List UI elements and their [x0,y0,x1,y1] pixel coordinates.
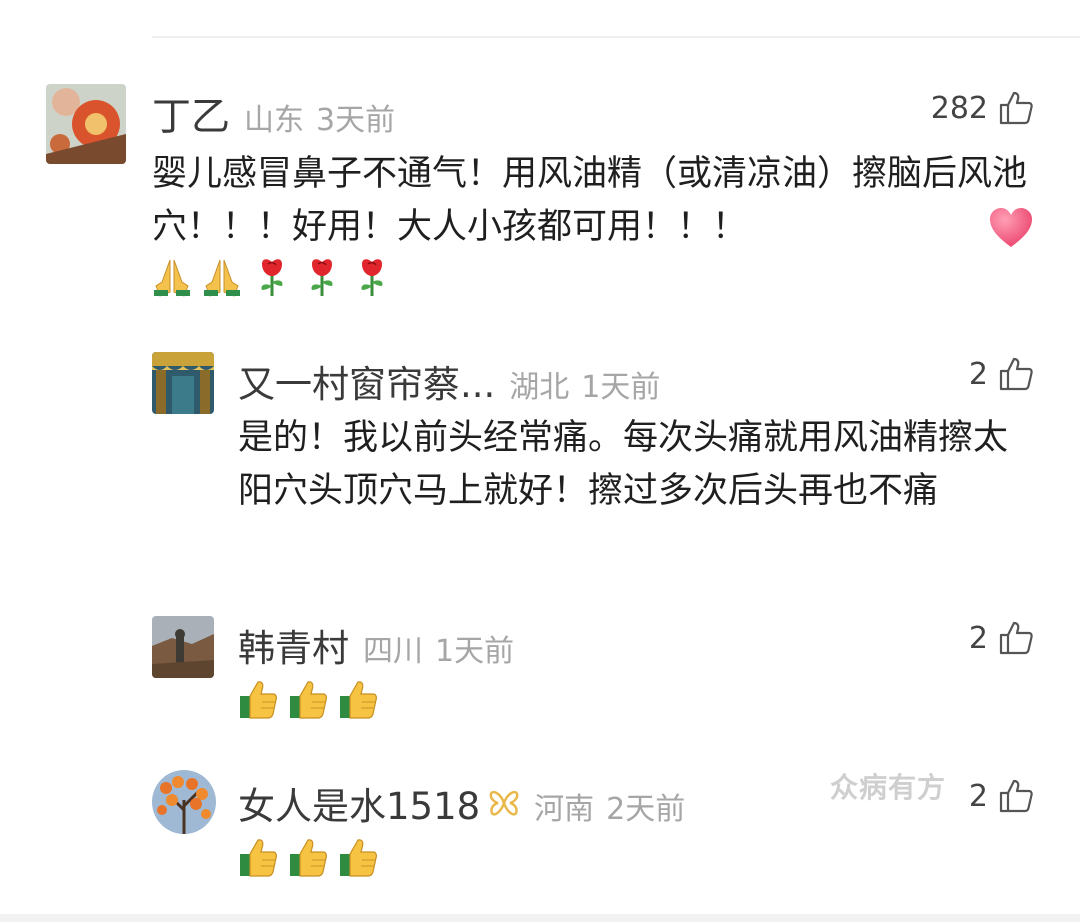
pray-icon [154,259,190,297]
thumbs-up-icon [240,839,277,877]
location-label: 湖北 [509,370,570,405]
thumbs-up-icon [290,681,327,719]
username[interactable]: 又一村窗帘蔡... [238,354,495,408]
pray-icon [204,259,240,297]
timestamp: 2天前 [606,792,686,827]
thumbs-up-outline-icon[interactable] [998,620,1034,656]
location-label: 四川 [363,634,423,669]
comment-text: 婴儿感冒鼻子不通气！用风油精（或清凉油）擦脑后风池穴！！！好用！大人小孩都可用！… [152,154,1028,247]
avatar[interactable] [152,616,214,678]
thumbs-up-outline-icon[interactable] [998,778,1034,814]
like-button[interactable]: 2 [969,620,1034,656]
like-button[interactable]: 2 [969,356,1034,392]
thumbs-up-icon [290,839,327,877]
bottom-divider [0,914,1080,922]
avatar[interactable] [152,352,214,414]
like-button[interactable]: 282 [931,90,1034,126]
timestamp: 1天前 [435,634,515,669]
like-count: 282 [930,90,988,126]
like-count: 2 [968,356,988,392]
butterfly-badge-icon [489,790,519,816]
location-label: 河南 [534,792,595,827]
timestamp: 1天前 [581,370,661,405]
rose-icon [261,259,283,296]
username[interactable]: 女人是水1518 [238,776,480,830]
heart-icon [990,208,1032,247]
like-button[interactable]: 2 [969,778,1034,814]
avatar[interactable] [46,84,126,164]
username[interactable]: 丁乙 [152,86,230,142]
like-count: 2 [968,778,988,814]
comment-text: 是的！我以前头经常痛。每次头痛就用风油精擦太阳穴头顶穴马上就好！擦过多次后头再也… [238,418,1009,511]
rose-icon [361,259,383,296]
rose-icon [311,259,333,296]
watermark: 众病有方 [830,771,947,804]
thumbs-up-icon [340,839,377,877]
username[interactable]: 韩青村 [238,618,349,672]
avatar[interactable] [152,770,216,834]
thumbs-up-outline-icon[interactable] [998,90,1034,126]
location-label: 山东 [244,103,305,138]
thumbs-up-icon [240,681,277,719]
top-divider [152,36,1080,38]
thumbs-up-outline-icon[interactable] [998,356,1034,392]
thumbs-up-icon [340,681,377,719]
like-count: 2 [968,620,988,656]
timestamp: 3天前 [316,103,396,138]
